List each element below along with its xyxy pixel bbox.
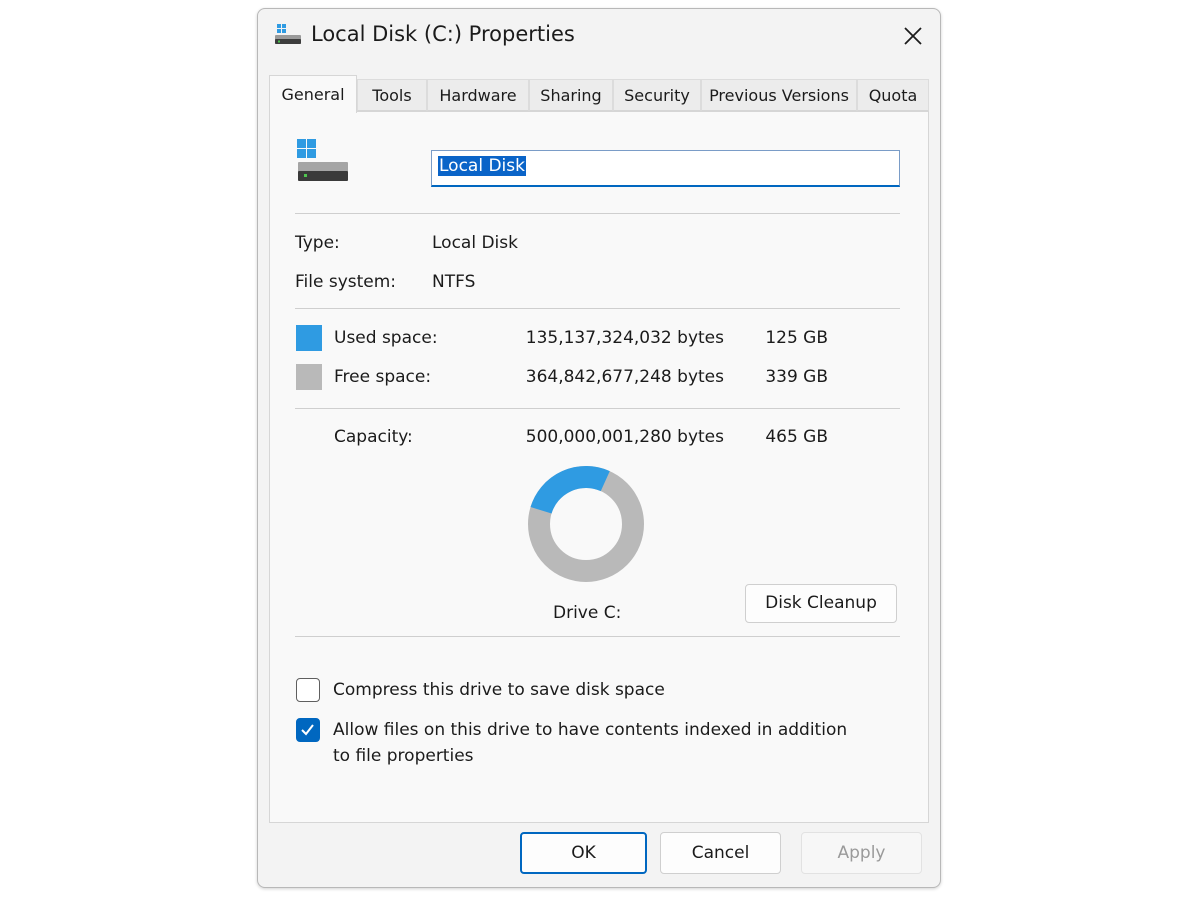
capacity-bytes: 500,000,001,280 bytes: [525, 427, 724, 447]
tab-sharing[interactable]: Sharing: [529, 79, 613, 111]
close-icon: [904, 27, 922, 45]
drive-label: Drive C:: [553, 603, 622, 623]
separator: [295, 308, 900, 309]
used-space-arc: [530, 466, 610, 515]
drive-name-input[interactable]: Local Disk: [431, 150, 900, 187]
used-space-swatch: [296, 325, 322, 351]
checkmark-icon: [301, 724, 314, 736]
ok-button[interactable]: OK: [520, 832, 647, 874]
tab-strip: General Tools Hardware Sharing Security …: [269, 75, 929, 113]
free-space-label: Free space:: [334, 367, 432, 387]
window-title: Local Disk (C:) Properties: [311, 22, 575, 46]
cancel-button[interactable]: Cancel: [660, 832, 781, 874]
apply-button: Apply: [801, 832, 922, 874]
index-label-line2: to file properties: [333, 746, 474, 766]
used-space-bytes: 135,137,324,032 bytes: [525, 328, 724, 348]
used-space-size: 125 GB: [765, 328, 828, 348]
type-value: Local Disk: [432, 233, 518, 253]
drive-name-value: Local Disk: [438, 156, 526, 176]
separator: [295, 408, 900, 409]
compress-label[interactable]: Compress this drive to save disk space: [333, 677, 665, 703]
drive-title-icon: [274, 23, 302, 49]
separator: [295, 213, 900, 214]
tab-tools[interactable]: Tools: [357, 79, 427, 111]
tab-quota[interactable]: Quota: [857, 79, 929, 111]
file-system-label: File system:: [295, 272, 397, 292]
tab-general[interactable]: General: [269, 75, 357, 113]
disk-cleanup-button[interactable]: Disk Cleanup: [745, 584, 897, 623]
close-button[interactable]: [898, 21, 928, 51]
properties-dialog: Local Disk (C:) Properties General Tools…: [257, 8, 941, 888]
tab-security[interactable]: Security: [613, 79, 701, 111]
tab-hardware[interactable]: Hardware: [427, 79, 529, 111]
index-checkbox[interactable]: [296, 718, 320, 742]
file-system-value: NTFS: [432, 272, 476, 292]
used-space-label: Used space:: [334, 328, 438, 348]
index-label-line1: Allow files on this drive to have conten…: [333, 720, 848, 740]
free-space-swatch: [296, 364, 322, 390]
index-label[interactable]: Allow files on this drive to have conten…: [333, 717, 847, 769]
free-space-bytes: 364,842,677,248 bytes: [525, 367, 724, 387]
compress-checkbox[interactable]: [296, 678, 320, 702]
free-space-size: 339 GB: [765, 367, 828, 387]
tab-previous-versions[interactable]: Previous Versions: [701, 79, 857, 111]
type-label: Type:: [295, 233, 340, 253]
capacity-size: 465 GB: [765, 427, 828, 447]
capacity-label: Capacity:: [334, 427, 413, 447]
windows-drive-icon: [295, 137, 351, 183]
separator: [295, 636, 900, 637]
usage-donut-chart: [523, 461, 649, 587]
